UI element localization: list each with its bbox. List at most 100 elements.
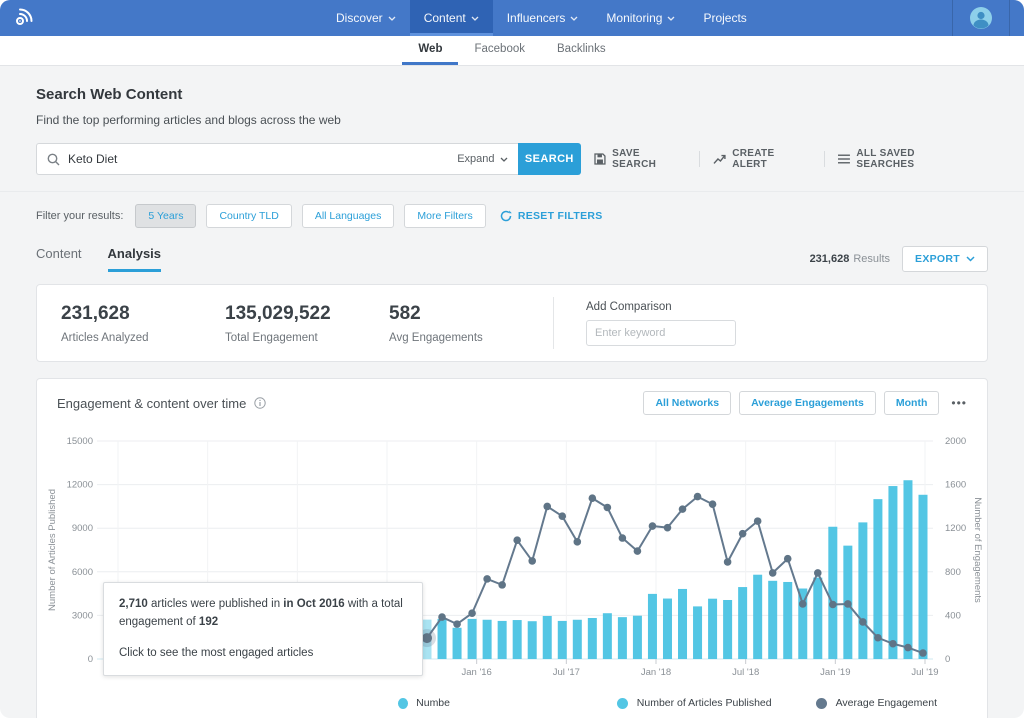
chart-point[interactable] <box>889 640 897 648</box>
nav-item-monitoring[interactable]: Monitoring <box>592 0 689 36</box>
chart-point[interactable] <box>739 530 747 538</box>
app-logo[interactable] <box>0 0 46 36</box>
all-saved-searches-button[interactable]: ALL SAVED SEARCHES <box>825 148 988 170</box>
chart-point[interactable] <box>784 555 792 563</box>
chart-bar[interactable] <box>783 582 792 659</box>
filter-more-filters[interactable]: More Filters <box>404 204 485 228</box>
chart-bar[interactable] <box>753 575 762 659</box>
legend-item[interactable]: Number of Articles Published <box>617 697 772 709</box>
chart-bar[interactable] <box>678 589 687 659</box>
chart-bar[interactable] <box>603 613 612 659</box>
legend-item[interactable]: Average Engagement <box>816 697 937 709</box>
save-search-button[interactable]: SAVE SEARCH <box>581 148 699 170</box>
nav-item-projects[interactable]: Projects <box>689 0 760 36</box>
nav-item-content[interactable]: Content <box>410 0 493 36</box>
legend-dot <box>617 698 628 709</box>
chart-bar[interactable] <box>768 581 777 659</box>
chart-bar[interactable] <box>813 578 822 659</box>
tab-web[interactable]: Web <box>402 36 458 65</box>
chart-point[interactable] <box>754 517 762 525</box>
comparison-keyword-input[interactable] <box>586 320 736 346</box>
chart-point[interactable] <box>438 613 446 621</box>
chart-bar[interactable] <box>558 621 567 659</box>
chart-point[interactable] <box>619 534 627 542</box>
chart-point[interactable] <box>528 557 536 565</box>
chart-bar[interactable] <box>483 620 492 659</box>
chart-bar[interactable] <box>858 522 867 659</box>
chart-point[interactable] <box>799 600 807 608</box>
search-button[interactable]: SEARCH <box>518 143 582 175</box>
chart-point[interactable] <box>919 649 927 657</box>
chart-point[interactable] <box>483 575 491 583</box>
chart-bar[interactable] <box>738 587 747 659</box>
chart-point[interactable] <box>574 538 582 546</box>
chart-point[interactable] <box>904 644 912 652</box>
chart-point[interactable] <box>558 512 566 520</box>
month-button[interactable]: Month <box>884 391 940 415</box>
chart-point[interactable] <box>634 547 642 555</box>
chart-bar[interactable] <box>573 620 582 659</box>
chart-bar[interactable] <box>513 620 522 659</box>
chart-bar[interactable] <box>528 621 537 659</box>
chart-bar[interactable] <box>633 616 642 659</box>
chart-point[interactable] <box>859 618 867 626</box>
chart-bar[interactable] <box>888 486 897 659</box>
chart-point[interactable] <box>874 634 882 642</box>
reset-filters-button[interactable]: RESET FILTERS <box>500 210 603 222</box>
filter-country-tld[interactable]: Country TLD <box>206 204 291 228</box>
chart-point[interactable] <box>814 569 822 577</box>
info-icon[interactable] <box>254 397 266 409</box>
chart-bar[interactable] <box>903 480 912 659</box>
chart-point[interactable] <box>694 493 702 501</box>
filter-all-languages[interactable]: All Languages <box>302 204 395 228</box>
chart-tooltip[interactable]: 2,710 articles were published in in Oct … <box>103 582 423 676</box>
chart-bar[interactable] <box>588 618 597 659</box>
chart-point[interactable] <box>769 569 777 577</box>
nav-item-influencers[interactable]: Influencers <box>493 0 593 36</box>
chart-point[interactable] <box>513 536 521 544</box>
expand-control[interactable]: Expand <box>457 153 507 165</box>
chart-bar[interactable] <box>648 594 657 659</box>
more-options-icon[interactable]: ••• <box>951 396 967 410</box>
tab-content[interactable]: Content <box>36 246 82 272</box>
trending-up-icon <box>713 154 726 165</box>
all-networks-button[interactable]: All Networks <box>643 391 731 415</box>
chart-point[interactable] <box>709 500 717 508</box>
filter-5-years[interactable]: 5 Years <box>135 204 196 228</box>
chart-bar[interactable] <box>828 527 837 659</box>
chart-point[interactable] <box>649 522 657 530</box>
chart-point[interactable] <box>498 581 506 589</box>
chart-point[interactable] <box>468 609 476 617</box>
chart-bar[interactable] <box>708 599 717 659</box>
nav-item-discover[interactable]: Discover <box>322 0 410 36</box>
chart-point[interactable] <box>844 600 852 608</box>
chart-point[interactable] <box>724 558 732 566</box>
export-button[interactable]: EXPORT <box>902 246 988 272</box>
chart-bar[interactable] <box>438 619 447 659</box>
chart-point[interactable] <box>453 620 461 628</box>
create-alert-button[interactable]: CREATE ALERT <box>700 148 824 170</box>
chart-point[interactable] <box>589 494 597 502</box>
chart-bar[interactable] <box>693 606 702 659</box>
chart-point[interactable] <box>543 503 551 511</box>
chart-bar[interactable] <box>543 616 552 659</box>
chart-bar[interactable] <box>618 617 627 659</box>
chart-bar[interactable] <box>919 495 928 659</box>
chart-point[interactable] <box>829 601 837 609</box>
user-avatar[interactable] <box>952 0 1010 36</box>
chart-point[interactable] <box>664 524 672 532</box>
chart-point[interactable] <box>422 633 432 643</box>
tab-facebook[interactable]: Facebook <box>458 36 541 65</box>
tab-backlinks[interactable]: Backlinks <box>541 36 622 65</box>
chart-bar[interactable] <box>498 621 507 659</box>
chart-bar[interactable] <box>723 600 732 659</box>
search-icon <box>47 153 60 166</box>
tab-analysis[interactable]: Analysis <box>108 246 161 272</box>
search-input[interactable] <box>68 152 457 166</box>
chart-bar[interactable] <box>468 619 477 659</box>
chart-point[interactable] <box>679 505 687 513</box>
chart-point[interactable] <box>604 504 612 512</box>
average-engagements-button[interactable]: Average Engagements <box>739 391 876 415</box>
chart-bar[interactable] <box>663 599 672 659</box>
chart-bar[interactable] <box>453 628 462 659</box>
